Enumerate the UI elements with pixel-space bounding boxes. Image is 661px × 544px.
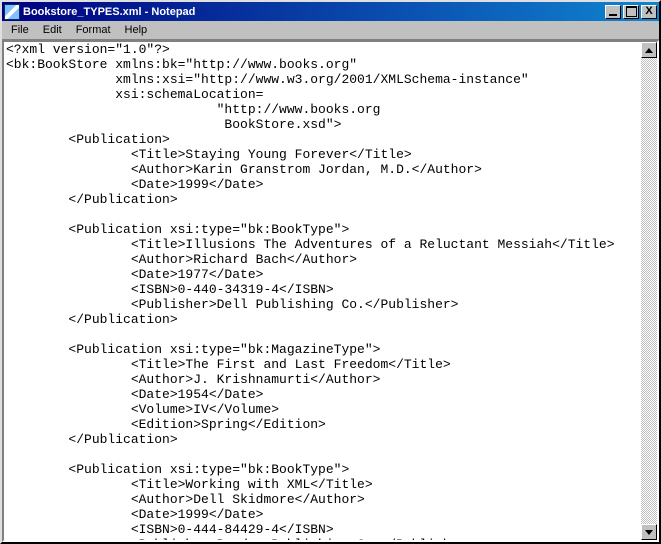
menu-format[interactable]: Format (69, 23, 118, 37)
menu-file[interactable]: File (4, 23, 36, 37)
menu-file-label: File (11, 24, 29, 36)
menu-bar: File Edit Format Help (2, 21, 659, 40)
client-area: <?xml version="1.0"?> <bk:BookStore xmln… (2, 40, 659, 542)
chevron-up-icon (645, 48, 653, 53)
window-title: Bookstore_TYPES.xml - Notepad (23, 6, 603, 18)
notepad-window: Bookstore_TYPES.xml - Notepad X File Edi… (0, 0, 661, 544)
scroll-down-button[interactable] (641, 524, 657, 540)
close-button[interactable]: X (641, 5, 657, 19)
vertical-scrollbar[interactable] (641, 42, 657, 540)
minimize-button[interactable] (605, 5, 621, 19)
menu-edit-label: Edit (43, 24, 62, 36)
scroll-up-button[interactable] (641, 42, 657, 58)
scroll-track[interactable] (641, 58, 657, 524)
text-editor[interactable]: <?xml version="1.0"?> <bk:BookStore xmln… (4, 42, 641, 540)
menu-edit[interactable]: Edit (36, 23, 69, 37)
menu-help[interactable]: Help (118, 23, 155, 37)
maximize-button[interactable] (623, 5, 639, 19)
menu-format-label: Format (76, 24, 111, 36)
title-bar: Bookstore_TYPES.xml - Notepad X (2, 2, 659, 21)
app-icon (4, 4, 20, 20)
menu-help-label: Help (125, 24, 148, 36)
chevron-down-icon (645, 530, 653, 535)
